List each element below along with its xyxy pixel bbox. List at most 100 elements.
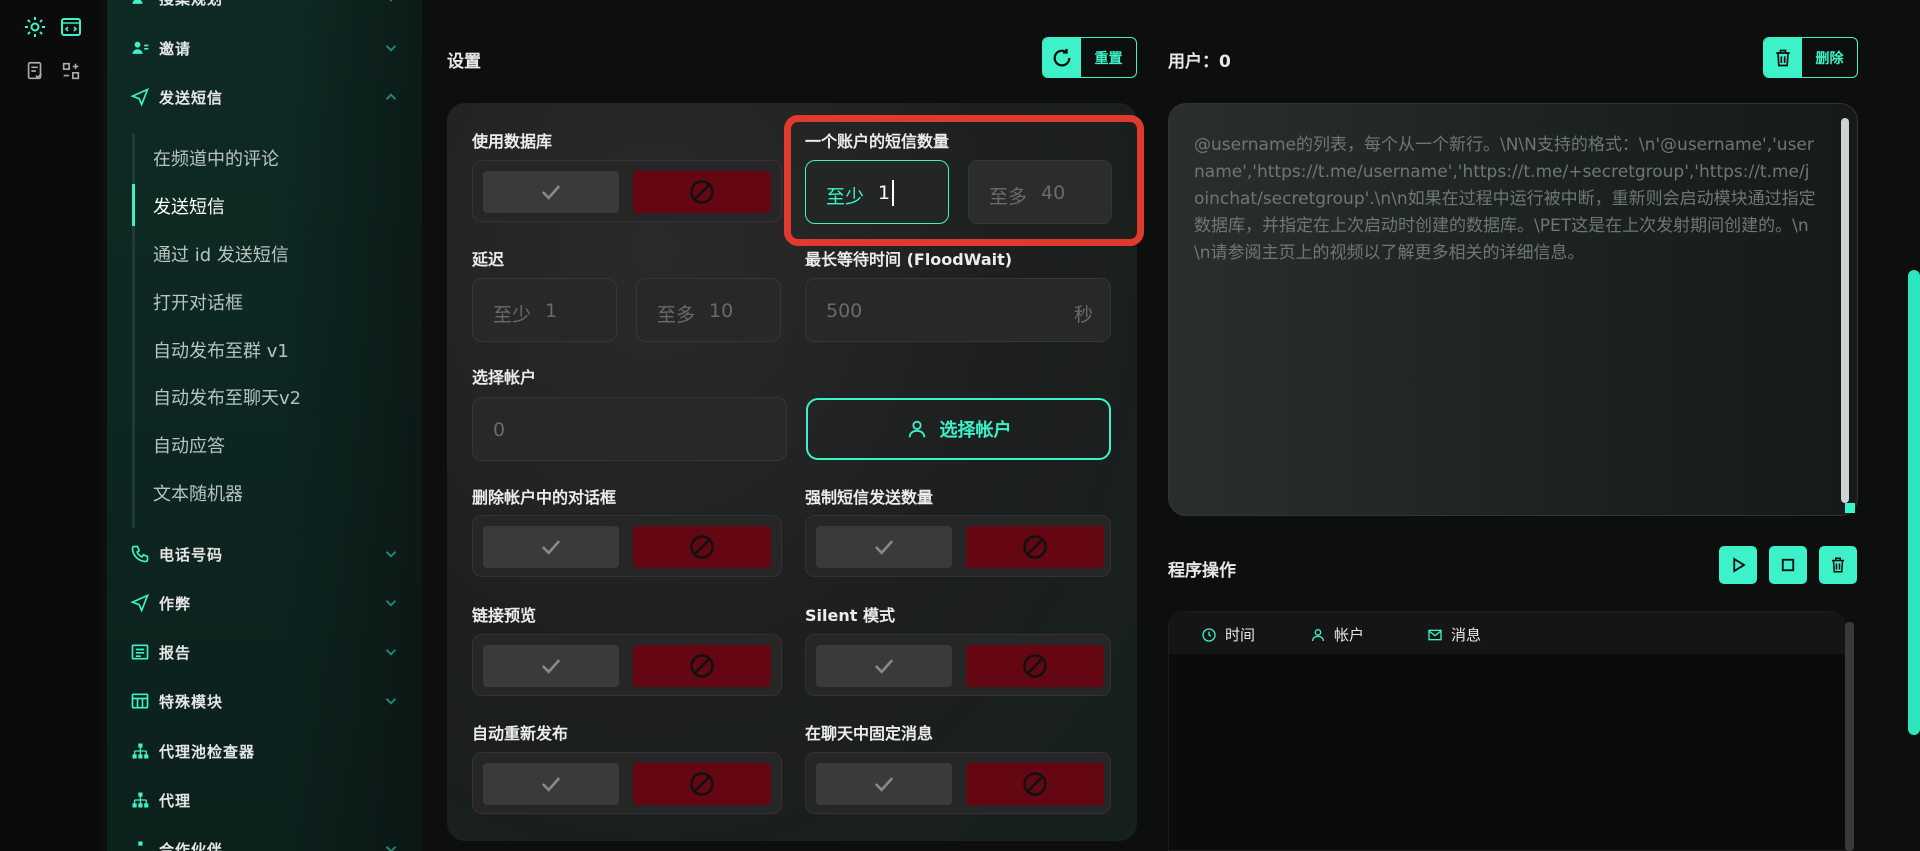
play-icon <box>1733 557 1746 573</box>
sub-item-send-by-id[interactable]: 通过 id 发送短信 <box>153 241 289 267</box>
chevron-up-icon <box>385 93 397 100</box>
link-preview-label: 链接预览 <box>472 606 537 625</box>
link-preview-toggle[interactable] <box>472 634 782 696</box>
choose-account-label: 选择帐户 <box>472 368 537 387</box>
auto-repost-label: 自动重新发布 <box>472 724 569 743</box>
chevron-down-icon <box>385 649 397 656</box>
sidebar-section-cheat[interactable]: 作弊 <box>107 583 422 623</box>
check-icon[interactable] <box>816 526 952 568</box>
sidebar-section-partners[interactable]: 合作伙伴 <box>107 829 422 851</box>
silent-mode-toggle[interactable] <box>805 634 1111 696</box>
pin-message-toggle[interactable] <box>805 752 1111 814</box>
settings-title: 设置 <box>447 52 481 72</box>
sidebar-section-report[interactable]: 报告 <box>107 632 422 672</box>
users-title: 用户：0 <box>1168 52 1231 72</box>
sub-item-open-dialogs[interactable]: 打开对话框 <box>153 289 243 315</box>
pin-message-label: 在聊天中固定消息 <box>805 724 934 743</box>
ban-icon[interactable] <box>966 645 1104 687</box>
network-icon <box>129 789 151 811</box>
delay-max-input[interactable]: 至多 10 <box>636 278 781 342</box>
floodwait-label: 最长等待时间 (FloodWait) <box>805 250 1013 269</box>
chevron-down-icon <box>389 0 393 2</box>
floodwait-input[interactable]: 500 秒 <box>805 278 1111 342</box>
textarea-scrollbar[interactable] <box>1841 118 1849 503</box>
sidebar-section-special[interactable]: 特殊模块 <box>107 681 422 721</box>
silent-mode-label: Silent 模式 <box>805 606 895 625</box>
sub-item-text-randomizer[interactable]: 文本随机器 <box>153 480 243 506</box>
sidebar-section-phone[interactable]: 电话号码 <box>107 534 422 574</box>
check-icon[interactable] <box>483 171 619 213</box>
document-check-icon[interactable] <box>20 56 50 86</box>
trash-icon <box>1832 557 1844 573</box>
browser-code-icon[interactable] <box>56 12 86 42</box>
phone-icon <box>129 543 151 565</box>
icon-rail <box>0 0 100 851</box>
delete-dialogs-label: 删除帐户中的对话框 <box>472 488 617 507</box>
sub-item-autoreply[interactable]: 自动应答 <box>153 432 225 458</box>
chevron-down-icon <box>385 846 397 851</box>
check-icon[interactable] <box>816 645 952 687</box>
play-button[interactable] <box>1719 546 1757 584</box>
page-scrollbar[interactable] <box>1908 270 1920 735</box>
stop-button[interactable] <box>1769 546 1807 584</box>
log-header: 时间 帐户 消息 <box>1169 612 1845 654</box>
auto-repost-toggle[interactable] <box>472 752 782 814</box>
log-scrollbar[interactable] <box>1845 622 1854 851</box>
log-table: 时间 帐户 消息 <box>1168 611 1846 851</box>
sidebar-section-proxy[interactable]: 代理 <box>107 780 422 820</box>
sidebar-section-proxy-checker[interactable]: 代理池检查器 <box>107 731 422 771</box>
ban-icon[interactable] <box>633 645 771 687</box>
clear-log-button[interactable] <box>1819 546 1857 584</box>
use-db-toggle[interactable] <box>472 160 782 222</box>
check-icon[interactable] <box>483 645 619 687</box>
delete-button[interactable]: 删除 <box>1763 37 1858 78</box>
force-count-toggle[interactable] <box>805 515 1111 577</box>
delay-min-input[interactable]: 至少 1 <box>472 278 617 342</box>
network-icon <box>129 740 151 762</box>
users-icon <box>129 0 151 9</box>
delay-label: 延迟 <box>472 250 505 269</box>
sub-item-autopost-v2[interactable]: 自动发布至聊天v2 <box>153 384 301 410</box>
ban-icon[interactable] <box>633 763 771 805</box>
ban-icon[interactable] <box>966 526 1104 568</box>
gear-icon[interactable] <box>20 12 50 42</box>
chevron-down-icon <box>385 698 397 705</box>
active-marker <box>132 184 135 226</box>
highlight-box <box>784 115 1144 246</box>
sub-item-send-sms[interactable]: 发送短信 <box>153 193 225 219</box>
operations-title: 程序操作 <box>1168 561 1236 581</box>
ban-icon[interactable] <box>966 763 1104 805</box>
resize-handle[interactable] <box>1845 503 1855 513</box>
chevron-down-icon <box>385 45 397 52</box>
check-icon[interactable] <box>483 526 619 568</box>
user-icon <box>908 420 925 438</box>
sub-item-autopost-v1[interactable]: 自动发布至群 v1 <box>153 337 289 363</box>
swap-icon[interactable] <box>56 56 86 86</box>
delete-dialogs-toggle[interactable] <box>472 515 782 577</box>
send-icon <box>129 592 151 614</box>
usernames-textarea[interactable]: @username的列表，每个从一个新行。\N\N支持的格式：\n'@usern… <box>1168 103 1858 516</box>
col-time: 时间 <box>1201 624 1255 645</box>
ban-icon[interactable] <box>633 526 771 568</box>
grid-icon <box>129 690 151 712</box>
reset-button[interactable]: 重置 <box>1042 37 1137 78</box>
force-count-label: 强制短信发送数量 <box>805 488 934 507</box>
user-add-icon <box>129 37 151 59</box>
stop-icon <box>1781 558 1795 572</box>
sidebar-section-invite[interactable]: 邀请 <box>107 28 422 68</box>
sidebar-section-collect[interactable]: 搜集规划 <box>107 0 422 18</box>
chevron-down-icon <box>385 600 397 607</box>
mail-icon <box>1428 629 1442 640</box>
sub-item-channel-comments[interactable]: 在频道中的评论 <box>153 145 279 171</box>
account-count-input[interactable]: 0 <box>472 397 787 461</box>
check-icon[interactable] <box>816 763 952 805</box>
refresh-icon <box>1043 38 1081 77</box>
trash-icon <box>1764 38 1802 77</box>
use-db-label: 使用数据库 <box>472 132 553 151</box>
sidebar: 搜集规划 邀请 发送短信 在频道中的评论 发送短信 通过 id 发送短信 打开对… <box>107 0 422 851</box>
check-icon[interactable] <box>483 763 619 805</box>
col-account: 帐户 <box>1310 624 1364 645</box>
ban-icon[interactable] <box>633 171 771 213</box>
choose-account-button[interactable]: 选择帐户 <box>806 398 1111 460</box>
sidebar-section-send-sms[interactable]: 发送短信 <box>107 77 422 117</box>
